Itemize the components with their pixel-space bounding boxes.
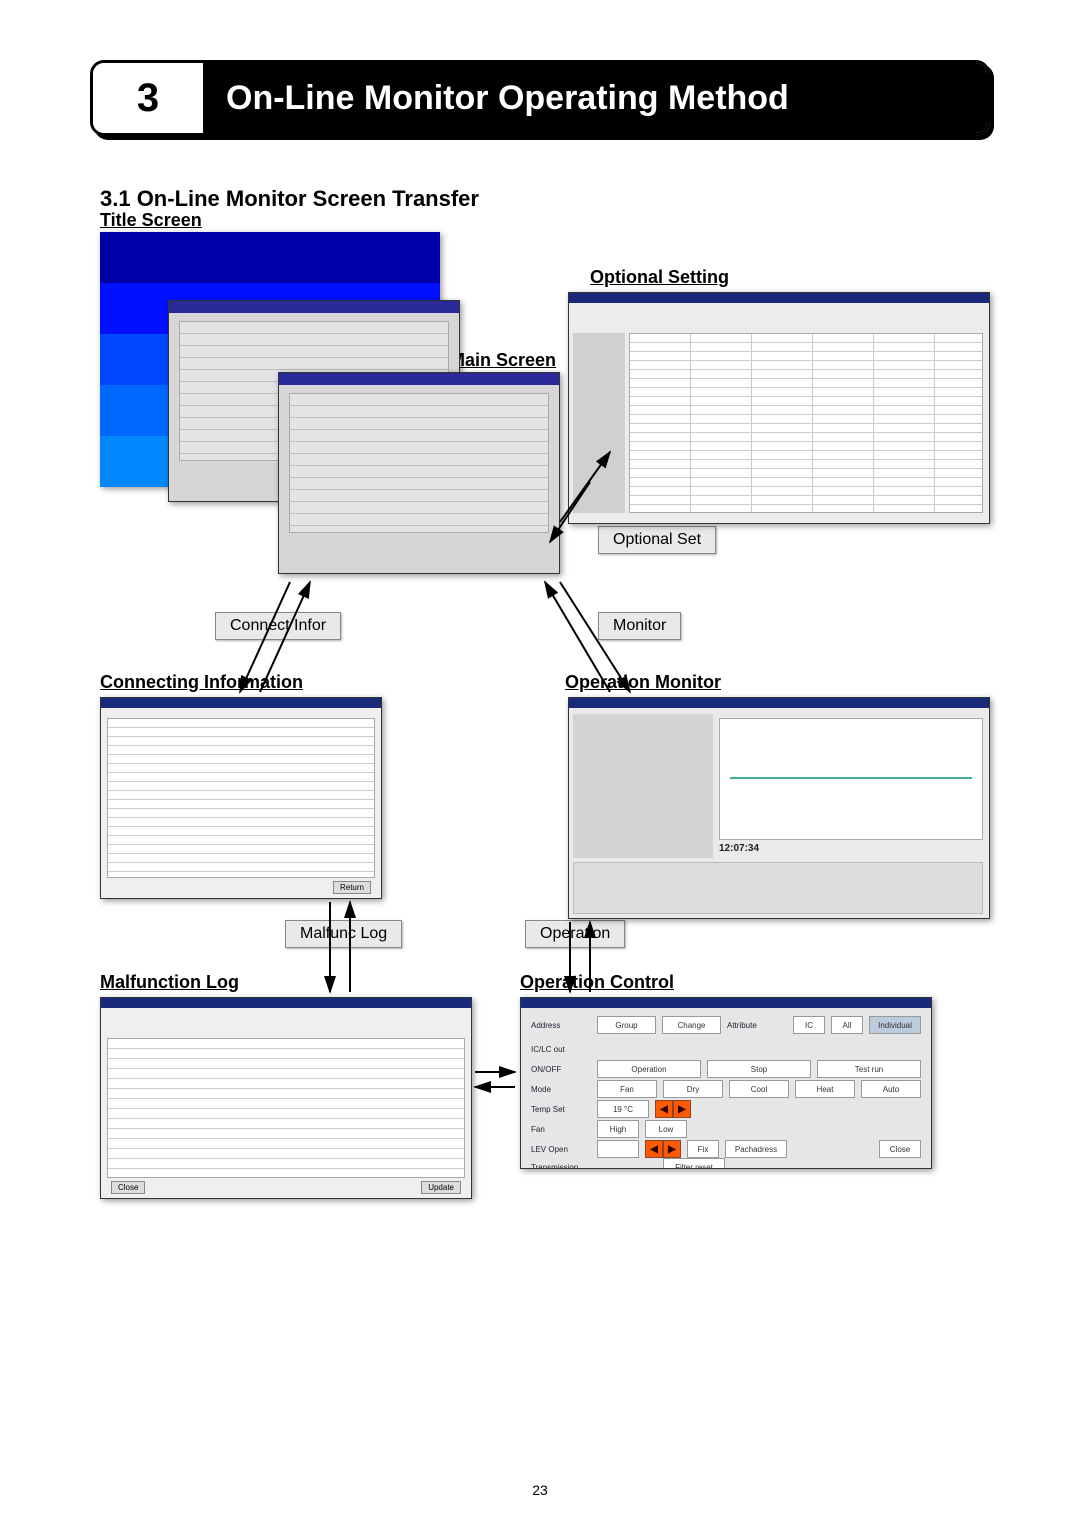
opctrl-address-label: Address: [531, 1021, 591, 1030]
screenshot-main-front: [278, 372, 560, 574]
button-optional-set: Optional Set: [598, 526, 716, 554]
opctrl-auto: Auto: [861, 1080, 921, 1098]
page-number: 23: [0, 1482, 1080, 1498]
opctrl-high: High: [597, 1120, 639, 1138]
opctrl-oldc: IC/LC out: [531, 1045, 591, 1054]
screen-flow-diagram: Title Screen Optional Setting Main Scree…: [90, 222, 990, 1272]
label-operation-monitor: Operation Monitor: [565, 672, 721, 693]
opctrl-testrun: Test run: [817, 1060, 921, 1078]
opctrl-trans-label: Transmission: [531, 1163, 591, 1170]
opmon-time: 12:07:34: [719, 843, 759, 854]
malfunc-update-button: Update: [421, 1181, 461, 1194]
opctrl-fan2-label: Fan: [531, 1125, 591, 1134]
opctrl-temp-arrows: ◀▶: [655, 1100, 691, 1118]
opctrl-individual: Individual: [869, 1016, 921, 1034]
screenshot-optional-setting: [568, 292, 990, 524]
screenshot-connecting-info: Return: [100, 697, 382, 899]
button-monitor: Monitor: [598, 612, 681, 640]
opctrl-all: All: [831, 1016, 863, 1034]
opctrl-mode-label: Mode: [531, 1085, 591, 1094]
chapter-heading: 3 On-Line Monitor Operating Method: [90, 60, 990, 136]
opctrl-temp-label: Temp Set: [531, 1105, 591, 1114]
section-title: 3.1 On-Line Monitor Screen Transfer: [100, 186, 990, 212]
screenshot-operation-monitor: 12:07:34: [568, 697, 990, 919]
chapter-number: 3: [93, 63, 206, 133]
label-connecting-info: Connecting Information: [100, 672, 303, 693]
opctrl-filter: Filter reset: [663, 1158, 725, 1169]
opctrl-low: Low: [645, 1120, 687, 1138]
label-operation-control: Operation Control: [520, 972, 674, 993]
opctrl-temp-val: 19 °C: [597, 1100, 649, 1118]
label-main-screen: Main Screen: [450, 350, 556, 371]
opctrl-attr-label: Attribute: [727, 1021, 787, 1030]
chapter-title: On-Line Monitor Operating Method: [206, 63, 987, 133]
opctrl-cool: Cool: [729, 1080, 789, 1098]
label-title-screen: Title Screen: [100, 210, 202, 231]
screenshot-operation-control: Address Group Change Attribute IC All In…: [520, 997, 932, 1169]
opctrl-stop: Stop: [707, 1060, 811, 1078]
opctrl-heat: Heat: [795, 1080, 855, 1098]
opctrl-operation: Operation: [597, 1060, 701, 1078]
malfunc-close-button: Close: [111, 1181, 145, 1194]
opctrl-lev-label: LEV Open: [531, 1145, 591, 1154]
opctrl-group: Group: [597, 1016, 656, 1034]
label-malfunction-log: Malfunction Log: [100, 972, 239, 993]
return-button: Return: [333, 881, 371, 894]
opctrl-fan: Fan: [597, 1080, 657, 1098]
button-malfunc-log: Malfunc Log: [285, 920, 402, 948]
label-optional-setting: Optional Setting: [590, 267, 729, 288]
opctrl-onoff-label: ON/OFF: [531, 1065, 591, 1074]
button-connect-infor: Connect Infor: [215, 612, 341, 640]
opctrl-change: Change: [662, 1016, 721, 1034]
screenshot-malfunction-log: Close Update: [100, 997, 472, 1199]
opctrl-ic: IC: [793, 1016, 825, 1034]
button-operation: Operation: [525, 920, 625, 948]
opctrl-dry: Dry: [663, 1080, 723, 1098]
